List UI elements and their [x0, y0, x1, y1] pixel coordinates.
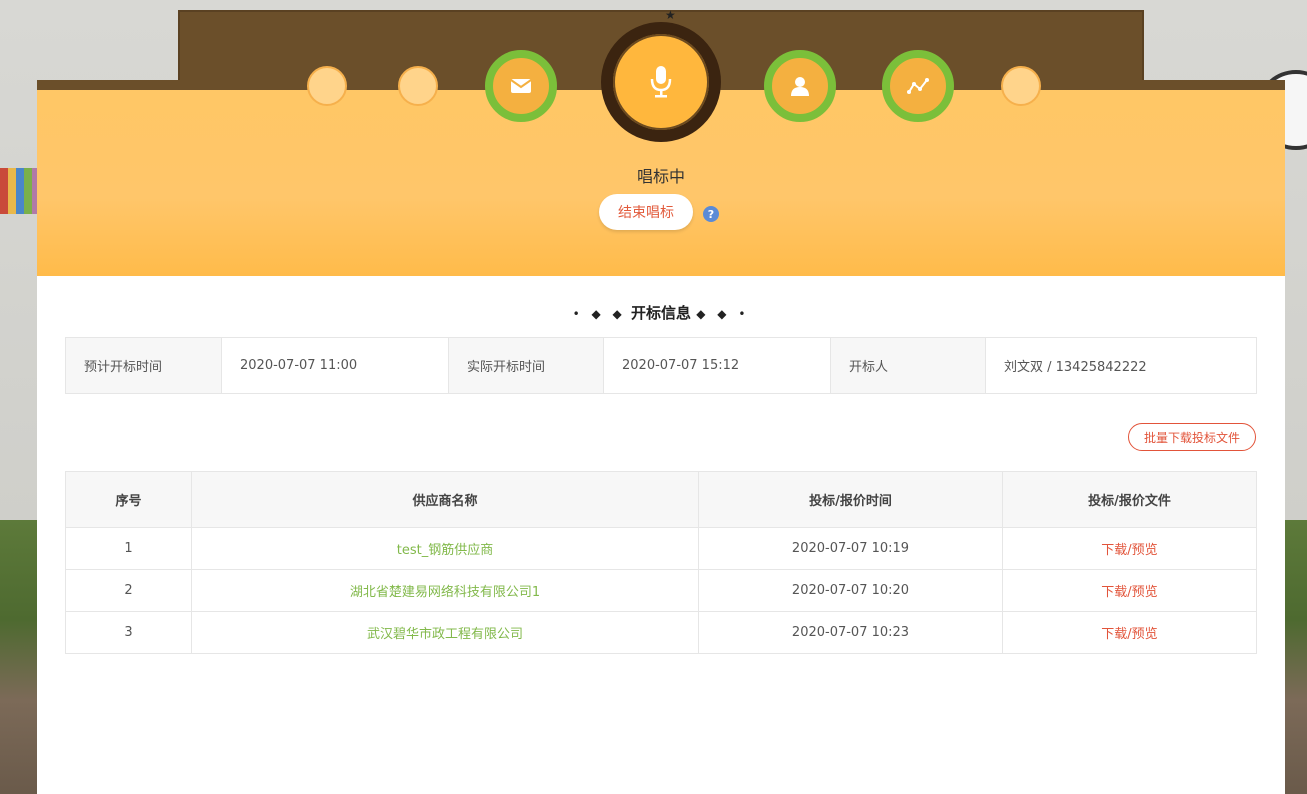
row-supplier: 湖北省楚建易网络科技有限公司1 [191, 569, 699, 612]
chart-icon [907, 78, 929, 94]
download-preview-link[interactable]: 下载/预览 [1101, 627, 1157, 642]
col-index-header: 序号 [65, 471, 192, 528]
download-preview-link[interactable]: 下载/预览 [1101, 543, 1157, 558]
planned-time-label: 预计开标时间 [65, 337, 222, 394]
supplier-table: 序号 供应商名称 投标/报价时间 投标/报价文件 1 test_钢筋供应商 20… [65, 471, 1257, 654]
envelope-icon [510, 79, 532, 93]
bid-opening-panel: ★ 唱标中 结束唱标 ? • ◆ ◆ 开标信息 ◆ ◆ • 预计开标时间 202… [37, 8, 1285, 794]
section-title-text: 开标信息 [630, 304, 691, 322]
opener-value: 刘文双 / 13425842222 [985, 337, 1257, 394]
table-row: 1 test_钢筋供应商 2020-07-07 10:19 下载/预览 [65, 527, 1257, 570]
user-icon [791, 77, 809, 96]
row-time: 2020-07-07 10:20 [698, 569, 1003, 612]
help-icon[interactable]: ? [703, 206, 719, 222]
row-time: 2020-07-07 10:23 [698, 611, 1003, 654]
step-user [764, 50, 836, 122]
step-chart [882, 50, 954, 122]
status-text: 唱标中 [636, 167, 685, 186]
col-supplier-header: 供应商名称 [191, 471, 699, 528]
end-bid-reading-button[interactable]: 结束唱标 [599, 194, 693, 230]
step-microphone-current [601, 22, 721, 142]
table-header-row: 序号 供应商名称 投标/报价时间 投标/报价文件 [65, 471, 1257, 528]
bid-opening-info: 预计开标时间 2020-07-07 11:00 实际开标时间 2020-07-0… [65, 337, 1257, 394]
row-time: 2020-07-07 10:19 [698, 527, 1003, 570]
row-index: 1 [65, 527, 192, 570]
actual-time-label: 实际开标时间 [448, 337, 604, 394]
row-file: 下载/预览 [1002, 527, 1257, 570]
row-file: 下载/预览 [1002, 569, 1257, 612]
microphone-icon [650, 66, 672, 98]
row-index: 3 [65, 611, 192, 654]
title-ornament-left: • ◆ ◆ [572, 307, 626, 321]
table-row: 3 武汉碧华市政工程有限公司 2020-07-07 10:23 下载/预览 [65, 611, 1257, 654]
row-index: 2 [65, 569, 192, 612]
table-row: 2 湖北省楚建易网络科技有限公司1 2020-07-07 10:20 下载/预览 [65, 569, 1257, 612]
download-preview-link[interactable]: 下载/预览 [1101, 585, 1157, 600]
title-ornament-right: ◆ ◆ • [696, 307, 750, 321]
actual-time-value: 2020-07-07 15:12 [603, 337, 831, 394]
step-7 [1001, 66, 1041, 106]
col-file-header: 投标/报价文件 [1002, 471, 1257, 528]
row-supplier: test_钢筋供应商 [191, 527, 699, 570]
planned-time-value: 2020-07-07 11:00 [221, 337, 449, 394]
row-file: 下载/预览 [1002, 611, 1257, 654]
star-icon: ★ [665, 8, 676, 22]
step-envelope [485, 50, 557, 122]
opener-label: 开标人 [830, 337, 986, 394]
step-2 [398, 66, 438, 106]
step-1 [307, 66, 347, 106]
bookshelf [0, 168, 40, 214]
batch-download-button[interactable]: 批量下载投标文件 [1128, 423, 1256, 451]
status-hero: ★ 唱标中 结束唱标 ? [37, 8, 1285, 276]
section-title: • ◆ ◆ 开标信息 ◆ ◆ • [37, 302, 1285, 323]
row-supplier: 武汉碧华市政工程有限公司 [191, 611, 699, 654]
col-time-header: 投标/报价时间 [698, 471, 1003, 528]
